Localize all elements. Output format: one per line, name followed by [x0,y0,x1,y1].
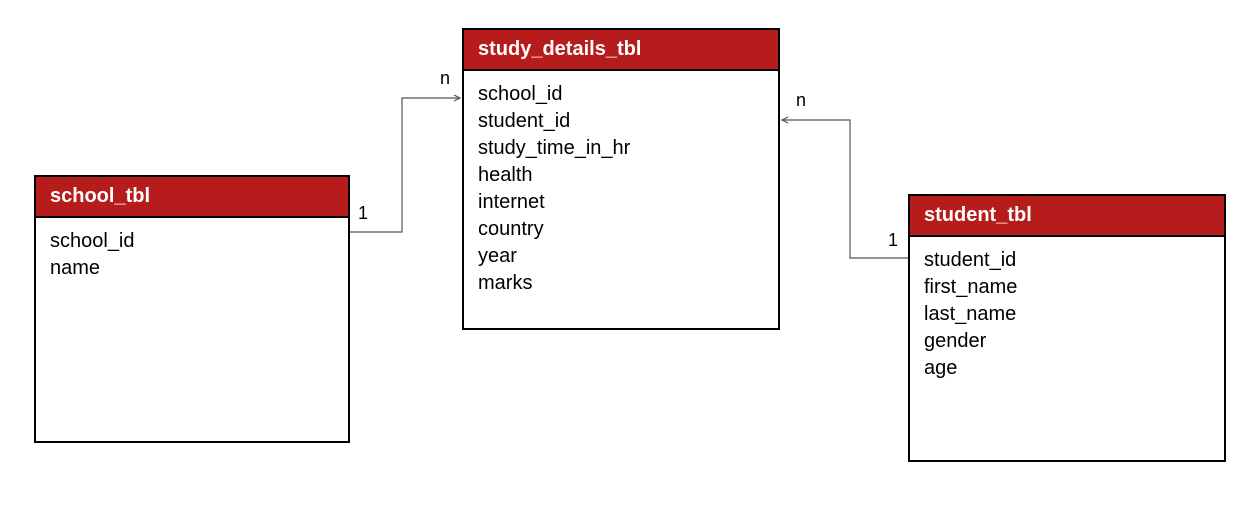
field: last_name [924,301,1210,328]
cardinality-label-n-right: n [796,90,806,111]
field: name [50,255,334,282]
field: year [478,243,764,270]
entity-student: student_tbl student_id first_name last_n… [908,194,1226,462]
field: student_id [924,247,1210,274]
field: student_id [478,108,764,135]
entity-study-details-body: school_id student_id study_time_in_hr he… [464,71,778,307]
entity-school-header: school_tbl [36,177,348,218]
cardinality-label-1-left: 1 [358,203,368,224]
entity-study-details-header: study_details_tbl [464,30,778,71]
field: school_id [478,81,764,108]
entity-study-details: study_details_tbl school_id student_id s… [462,28,780,330]
field: gender [924,328,1210,355]
field: school_id [50,228,334,255]
entity-student-body: student_id first_name last_name gender a… [910,237,1224,392]
entity-student-header: student_tbl [910,196,1224,237]
field: country [478,216,764,243]
er-diagram-canvas: 1 n n 1 school_tbl school_id name study_… [0,0,1245,511]
entity-school-body: school_id name [36,218,348,292]
field: internet [478,189,764,216]
field: health [478,162,764,189]
field: age [924,355,1210,382]
cardinality-label-1-right: 1 [888,230,898,251]
cardinality-label-n-left: n [440,68,450,89]
field: study_time_in_hr [478,135,764,162]
entity-school: school_tbl school_id name [34,175,350,443]
field: first_name [924,274,1210,301]
field: marks [478,270,764,297]
